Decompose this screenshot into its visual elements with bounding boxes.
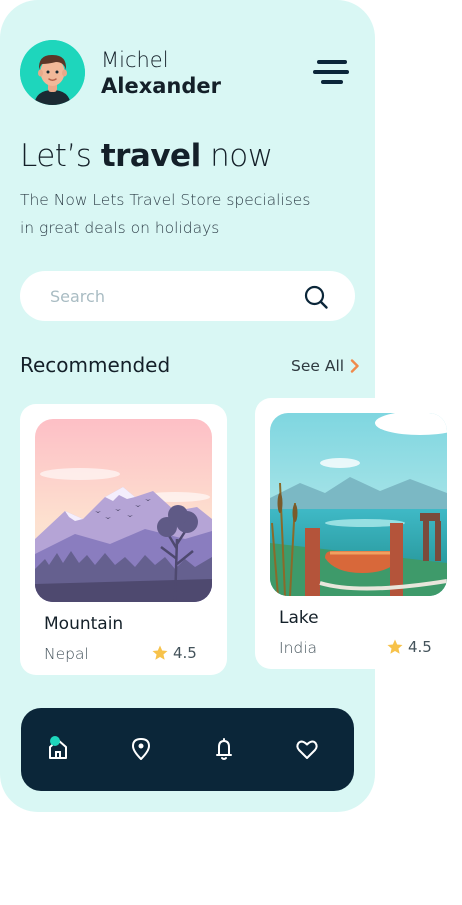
see-all-label: See All <box>291 357 345 375</box>
heart-icon <box>296 740 318 759</box>
headline-prefix: Let’s <box>20 138 92 174</box>
destination-card-lake[interactable]: Lake India 4.5 <box>255 398 462 669</box>
menu-icon-line <box>313 70 349 74</box>
menu-button[interactable] <box>313 58 351 88</box>
star-icon <box>152 645 168 660</box>
user-first-name: Michel <box>101 48 169 72</box>
menu-icon-line <box>321 80 343 84</box>
page-description: The Now Lets Travel Store specialises in… <box>20 191 311 237</box>
chevron-right-icon <box>350 359 359 373</box>
bell-icon <box>216 738 232 760</box>
search-icon[interactable] <box>303 284 329 310</box>
destination-rating: 4.5 <box>386 638 432 656</box>
page-title: Let’s travel now <box>20 138 273 174</box>
menu-icon-line <box>317 60 347 64</box>
bottom-nav <box>21 708 354 791</box>
see-all-link[interactable]: See All <box>291 357 360 375</box>
mountain-image <box>35 419 212 602</box>
home-icon <box>49 736 67 759</box>
nav-favorites[interactable] <box>292 734 322 764</box>
nav-notifications[interactable] <box>209 734 239 764</box>
destination-name: Mountain <box>44 614 124 634</box>
app-screen: Michel Alexander Let’s travel now The No… <box>0 0 462 812</box>
rating-value: 4.5 <box>173 644 197 662</box>
destination-location: India <box>279 639 318 657</box>
lake-image <box>270 413 447 596</box>
avatar-illustration <box>20 40 85 105</box>
destination-rating: 4.5 <box>151 644 197 662</box>
avatar[interactable] <box>20 40 85 105</box>
rating-value: 4.5 <box>408 638 432 656</box>
user-last-name: Alexander <box>101 74 221 98</box>
location-icon <box>132 738 150 760</box>
destination-name: Lake <box>279 608 319 628</box>
nav-location[interactable] <box>126 734 156 764</box>
search-bar <box>20 271 355 321</box>
active-indicator-dot <box>50 736 60 746</box>
headline-bold: travel <box>100 138 201 174</box>
destination-card-mountain[interactable]: Mountain Nepal 4.5 <box>20 404 227 675</box>
destination-location: Nepal <box>44 645 89 663</box>
section-title-recommended: Recommended <box>20 353 171 377</box>
star-icon <box>387 639 403 654</box>
nav-home[interactable] <box>43 734 73 764</box>
headline-suffix: now <box>210 138 273 174</box>
search-input[interactable] <box>50 271 300 321</box>
